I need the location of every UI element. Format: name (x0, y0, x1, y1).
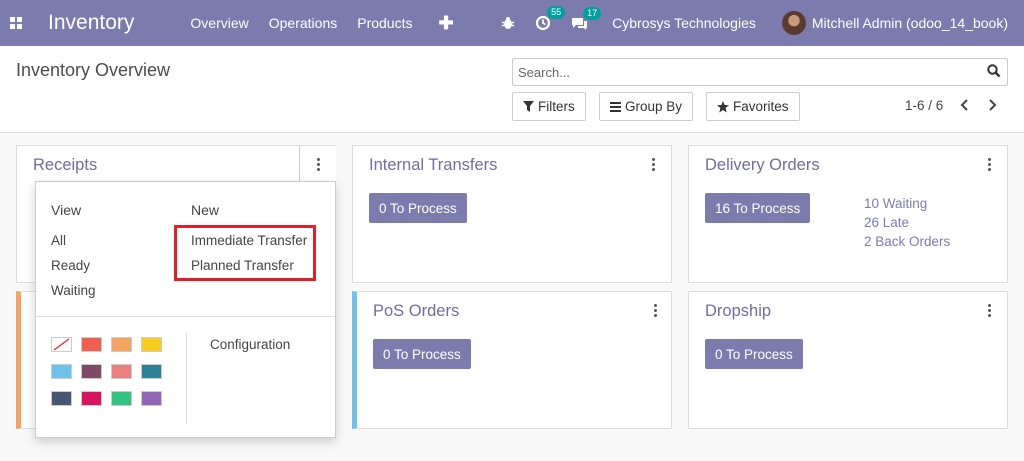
color-swatch-none[interactable] (51, 337, 72, 352)
color-swatch-purple[interactable] (141, 391, 162, 406)
back-orders-link[interactable]: 2 Back Orders (864, 234, 950, 249)
waiting-link[interactable]: 10 Waiting (864, 196, 927, 211)
color-swatch-salmon[interactable] (111, 364, 132, 379)
group-by-label: Group By (625, 99, 683, 114)
color-swatch-light-blue[interactable] (51, 364, 72, 379)
receipts-dropdown-menu: View New All Ready Waiting Immediate Tra… (35, 181, 336, 438)
color-swatch-yellow[interactable] (141, 337, 162, 352)
activity-clock-icon[interactable]: 55 (535, 6, 566, 31)
view-section-header: View (51, 202, 82, 218)
dropdown-divider (36, 316, 335, 317)
delivery-to-process-button[interactable]: 16 To Process (705, 193, 811, 223)
user-avatar[interactable] (781, 11, 806, 35)
pos-orders-card[interactable]: PoS Orders 0 To Process (352, 291, 672, 429)
view-all-item[interactable]: All (51, 233, 66, 248)
chevron-right-icon[interactable] (986, 99, 1000, 113)
kebab-menu-icon (317, 158, 321, 171)
search-icon[interactable] (987, 64, 1001, 81)
dropship-card[interactable]: Dropship 0 To Process (688, 291, 1008, 429)
filter-funnel-icon (523, 101, 534, 112)
message-count-badge: 17 (583, 6, 602, 20)
menu-overview[interactable]: Overview (190, 15, 248, 31)
star-icon (717, 100, 729, 112)
kebab-menu-icon[interactable] (654, 304, 658, 317)
company-switcher[interactable]: Cybrosys Technologies (612, 15, 756, 31)
dropship-to-process-button[interactable]: 0 To Process (705, 339, 803, 369)
plus-menu-icon[interactable]: ✚ (438, 13, 453, 34)
kebab-menu-icon[interactable] (988, 304, 992, 317)
view-ready-item[interactable]: Ready (51, 258, 90, 273)
top-navbar: Inventory Overview Operations Products ✚… (0, 0, 1024, 46)
color-swatch-navy[interactable] (51, 391, 72, 406)
delivery-orders-title[interactable]: Delivery Orders (705, 156, 820, 175)
search-box (512, 58, 1008, 86)
filters-label: Filters (538, 99, 575, 114)
group-by-button[interactable]: Group By (599, 92, 694, 121)
receipts-menu-toggle[interactable] (299, 146, 336, 182)
menu-operations[interactable]: Operations (269, 15, 337, 31)
apps-menu-icon[interactable] (0, 0, 32, 46)
favorites-button[interactable]: Favorites (706, 92, 800, 121)
pager-value[interactable]: 1-6 / 6 (905, 98, 943, 113)
app-name[interactable]: Inventory (48, 11, 134, 35)
pos-to-process-button[interactable]: 0 To Process (373, 339, 471, 369)
dropship-title[interactable]: Dropship (705, 302, 771, 321)
filters-button[interactable]: Filters (512, 92, 586, 121)
menu-products[interactable]: Products (357, 15, 412, 31)
color-swatch-magenta[interactable] (81, 391, 102, 406)
internal-transfers-title[interactable]: Internal Transfers (369, 156, 497, 175)
new-section-header: New (191, 202, 220, 218)
view-waiting-item[interactable]: Waiting (51, 283, 96, 298)
delivery-orders-card[interactable]: Delivery Orders 16 To Process 10 Waiting… (688, 145, 1008, 283)
favorites-label: Favorites (733, 99, 789, 114)
user-menu[interactable]: Mitchell Admin (odoo_14_book) (812, 15, 1008, 31)
color-swatch-red[interactable] (81, 337, 102, 352)
color-swatch-dark-purple[interactable] (81, 364, 102, 379)
search-input[interactable] (513, 59, 973, 85)
messages-chat-icon[interactable]: 17 (571, 6, 602, 31)
highlight-annotation-box (174, 225, 316, 281)
kebab-menu-icon[interactable] (988, 158, 992, 171)
debug-bug-icon[interactable] (501, 16, 515, 30)
kebab-menu-icon[interactable] (652, 158, 656, 171)
internal-transfers-card[interactable]: Internal Transfers 0 To Process (352, 145, 672, 283)
control-panel: Inventory Overview Filters Group By Favo… (0, 46, 1024, 133)
activity-count-badge: 55 (547, 6, 566, 19)
configuration-link[interactable]: Configuration (210, 337, 290, 352)
color-swatch-teal[interactable] (141, 364, 162, 379)
pos-orders-title[interactable]: PoS Orders (373, 302, 459, 321)
late-link[interactable]: 26 Late (864, 215, 909, 230)
list-bars-icon (610, 101, 621, 112)
chevron-left-icon[interactable] (959, 99, 973, 113)
receipts-title[interactable]: Receipts (33, 156, 97, 175)
color-swatch-green[interactable] (111, 391, 132, 406)
internal-to-process-button[interactable]: 0 To Process (369, 193, 467, 223)
page-title: Inventory Overview (16, 60, 171, 80)
color-swatch-orange[interactable] (111, 337, 132, 352)
dropdown-vertical-divider (186, 332, 187, 424)
